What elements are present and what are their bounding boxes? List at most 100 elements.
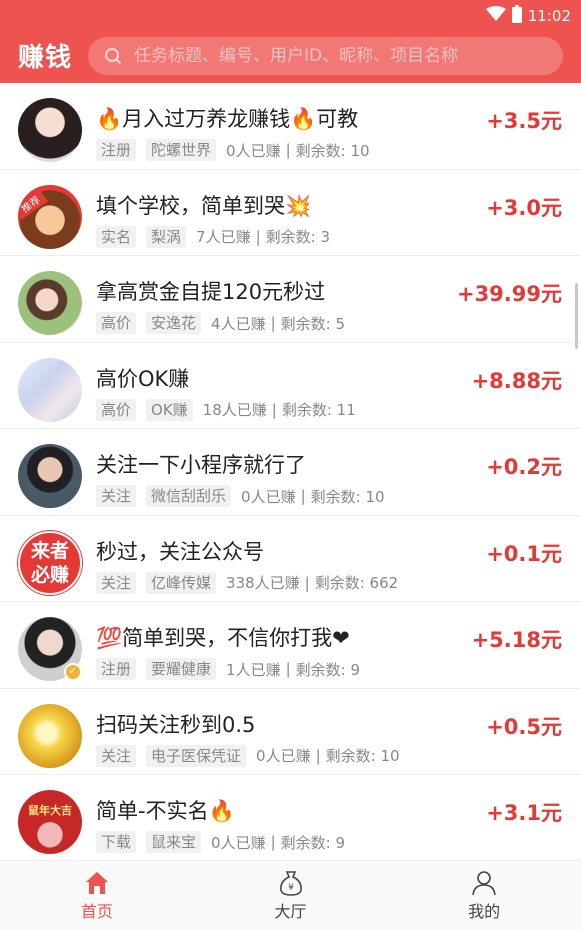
earned-count: 0人已赚 bbox=[211, 833, 266, 852]
meta-divider: | bbox=[270, 314, 276, 332]
meta-divider: | bbox=[285, 141, 291, 159]
earned-count: 1人已赚 bbox=[226, 660, 281, 679]
task-item[interactable]: 关注一下小程序就行了 关注 微信刮刮乐 0人已赚 | 剩余数: 10 +0.2元 bbox=[0, 429, 581, 516]
tab-hall[interactable]: ¥ 大厅 bbox=[194, 861, 388, 930]
earned-count: 4人已赚 bbox=[211, 314, 266, 333]
task-item[interactable]: 扫码关注秒到0.5 关注 电子医保凭证 0人已赚 | 剩余数: 10 +0.5元 bbox=[0, 689, 581, 775]
meta-divider: | bbox=[270, 833, 276, 851]
meta-divider: | bbox=[300, 487, 306, 505]
task-type-tag: 注册 bbox=[96, 139, 137, 161]
project-tag: 亿峰传媒 bbox=[146, 571, 217, 594]
project-tag: 电子医保凭证 bbox=[146, 744, 247, 767]
avatar bbox=[18, 98, 82, 162]
remaining-count: 剩余数: 662 bbox=[314, 574, 399, 592]
project-tag: 鼠来宝 bbox=[146, 831, 202, 853]
remaining-count: 剩余数: 10 bbox=[310, 487, 385, 506]
avatar bbox=[18, 357, 82, 422]
task-item[interactable]: 鼠年大吉 简单-不实名🔥 下载 鼠来宝 0人已赚 | 剩余数: 9 +3.1元 bbox=[0, 775, 581, 860]
meta-divider: | bbox=[315, 746, 321, 765]
task-meta: 高价 OK赚 18人已赚 | 剩余数: 11 bbox=[96, 398, 356, 421]
avatar-badge: 推荐 bbox=[18, 186, 48, 220]
remaining-count: 剩余数: 10 bbox=[295, 141, 370, 160]
money-bag-icon: ¥ bbox=[279, 871, 302, 896]
bottom-tab-bar: 首页 ¥ 大厅 我的 bbox=[0, 860, 581, 930]
tab-label: 我的 bbox=[468, 902, 501, 921]
remaining-count: 剩余数: 5 bbox=[280, 314, 346, 333]
task-meta: 关注 亿峰传媒 338人已赚 | 剩余数: 662 bbox=[96, 571, 399, 594]
task-title: 💯简单到哭，不信你打我❤ bbox=[96, 626, 350, 650]
earned-count: 338人已赚 bbox=[226, 574, 300, 592]
project-tag: 陀螺世界 bbox=[146, 139, 217, 161]
task-type-tag: 关注 bbox=[96, 744, 137, 767]
tab-mine[interactable]: 我的 bbox=[387, 861, 581, 930]
user-icon bbox=[472, 871, 496, 896]
project-tag: OK赚 bbox=[146, 398, 193, 421]
task-type-tag: 高价 bbox=[96, 398, 137, 421]
task-title: 扫码关注秒到0.5 bbox=[96, 712, 256, 737]
earned-count: 18人已赚 bbox=[202, 401, 267, 419]
avatar: 来者 必赚 bbox=[18, 530, 82, 595]
task-type-tag: 下载 bbox=[96, 831, 137, 853]
task-meta: 下载 鼠来宝 0人已赚 | 剩余数: 9 bbox=[96, 831, 345, 853]
verified-badge-icon: ✓ bbox=[64, 663, 82, 681]
meta-divider: | bbox=[304, 573, 310, 592]
task-item[interactable]: 高价OK赚 高价 OK赚 18人已赚 | 剩余数: 11 +8.88元 bbox=[0, 343, 581, 429]
remaining-count: 剩余数: 11 bbox=[281, 401, 356, 419]
task-item[interactable]: 来者 必赚 秒过，关注公众号 关注 亿峰传媒 338人已赚 | 剩余数: 662… bbox=[0, 516, 581, 602]
task-type-tag: 关注 bbox=[96, 485, 137, 507]
task-item[interactable]: 拿高赏金自提120元秒过 高价 安逸花 4人已赚 | 剩余数: 5 +39.99… bbox=[0, 256, 581, 343]
task-reward: +3.5元 bbox=[486, 109, 562, 133]
task-title: 🔥月入过万养龙赚钱🔥可教 bbox=[96, 107, 359, 131]
task-title: 高价OK赚 bbox=[96, 366, 190, 391]
task-meta: 注册 陀螺世界 0人已赚 | 剩余数: 10 bbox=[96, 139, 370, 161]
task-item[interactable]: 🔥月入过万养龙赚钱🔥可教 注册 陀螺世界 0人已赚 | 剩余数: 10 +3.5… bbox=[0, 83, 581, 170]
project-tag: 微信刮刮乐 bbox=[146, 485, 232, 507]
task-type-tag: 高价 bbox=[96, 312, 137, 334]
task-item[interactable]: ✓ 💯简单到哭，不信你打我❤ 注册 要耀健康 1人已赚 | 剩余数: 9 +5.… bbox=[0, 602, 581, 689]
tab-label: 大厅 bbox=[274, 902, 307, 921]
search-input[interactable] bbox=[134, 46, 534, 66]
remaining-count: 剩余数: 9 bbox=[280, 833, 346, 852]
task-meta: 注册 要耀健康 1人已赚 | 剩余数: 9 bbox=[96, 658, 360, 680]
task-reward: +5.18元 bbox=[471, 628, 562, 652]
earned-count: 0人已赚 bbox=[226, 141, 281, 160]
task-title: 拿高赏金自提120元秒过 bbox=[96, 280, 326, 304]
task-reward: +0.2元 bbox=[486, 455, 562, 479]
project-tag: 安逸花 bbox=[146, 312, 202, 334]
task-title: 秒过，关注公众号 bbox=[96, 539, 264, 564]
tab-home[interactable]: 首页 bbox=[0, 861, 194, 930]
tab-label: 首页 bbox=[80, 902, 113, 921]
task-reward: +3.0元 bbox=[486, 195, 562, 220]
app-header: 11:02 赚钱 bbox=[0, 0, 581, 83]
task-reward: +3.1元 bbox=[486, 801, 562, 825]
earned-count: 7人已赚 bbox=[196, 228, 251, 246]
search-box[interactable] bbox=[88, 37, 563, 75]
scrollbar[interactable] bbox=[575, 283, 578, 349]
avatar bbox=[18, 271, 82, 335]
remaining-count: 剩余数: 9 bbox=[295, 660, 361, 679]
wifi-icon bbox=[485, 6, 506, 26]
app-title: 赚钱 bbox=[18, 43, 73, 73]
project-tag: 梨涡 bbox=[146, 225, 187, 248]
task-meta: 实名 梨涡 7人已赚 | 剩余数: 3 bbox=[96, 225, 330, 248]
task-meta: 高价 安逸花 4人已赚 | 剩余数: 5 bbox=[96, 312, 345, 334]
task-item[interactable]: 推荐 填个学校，简单到哭💥 实名 梨涡 7人已赚 | 剩余数: 3 +3.0元 bbox=[0, 170, 581, 256]
task-type-tag: 实名 bbox=[96, 225, 137, 248]
search-icon bbox=[104, 47, 122, 65]
task-list[interactable]: 🔥月入过万养龙赚钱🔥可教 注册 陀螺世界 0人已赚 | 剩余数: 10 +3.5… bbox=[0, 83, 581, 860]
svg-text:¥: ¥ bbox=[288, 883, 294, 893]
task-reward: +0.1元 bbox=[486, 541, 562, 566]
task-type-tag: 关注 bbox=[96, 571, 137, 594]
meta-divider: | bbox=[271, 400, 277, 419]
earned-count: 0人已赚 bbox=[256, 747, 311, 765]
earned-count: 0人已赚 bbox=[241, 487, 296, 506]
avatar-text-line: 必赚 bbox=[30, 563, 69, 586]
battery-icon bbox=[511, 5, 522, 27]
status-time: 11:02 bbox=[527, 7, 571, 25]
task-title: 填个学校，简单到哭💥 bbox=[96, 193, 312, 218]
task-title: 简单-不实名🔥 bbox=[96, 799, 235, 823]
remaining-count: 剩余数: 10 bbox=[325, 747, 400, 765]
avatar-text-line: 来者 bbox=[30, 539, 69, 562]
meta-divider: | bbox=[285, 660, 291, 678]
task-type-tag: 注册 bbox=[96, 658, 137, 680]
